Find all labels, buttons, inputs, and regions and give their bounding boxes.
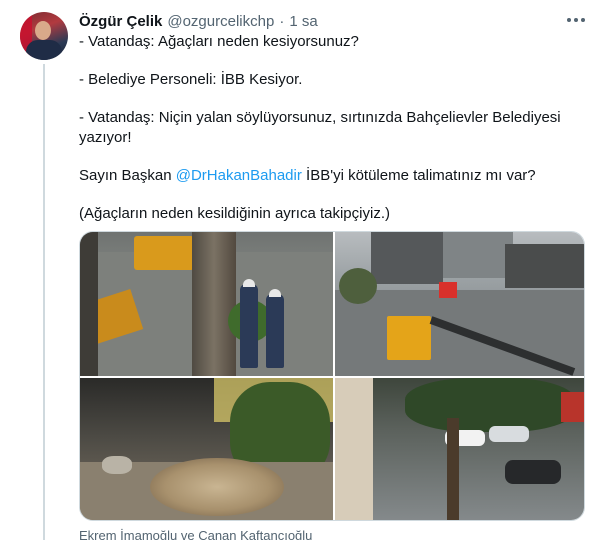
more-dots-icon[interactable] [567, 13, 585, 27]
tweet-timestamp[interactable]: 1 sa [289, 13, 317, 30]
worker [240, 284, 258, 368]
excavator [134, 236, 194, 270]
author-handle[interactable]: @ozgurcelikchp [167, 13, 274, 30]
tweet-text-line: yazıyor! [79, 129, 132, 146]
dot [581, 18, 585, 22]
helmet [243, 279, 255, 287]
text-fragment: Sayın Başkan [79, 167, 176, 184]
mention-link[interactable]: @DrHakanBahadir [176, 167, 302, 184]
tweet-text-line: - Belediye Personeli: İBB Kesiyor. [79, 71, 303, 88]
tweet-header: Özgür Çelik @ozgurcelikchp · 1 sa [79, 11, 318, 31]
building [505, 244, 584, 288]
thread-line [43, 64, 45, 540]
car [489, 426, 529, 442]
tree-trunk [192, 232, 236, 376]
tweet-text-line: - Vatandaş: Ağaçları neden kesiyorsunuz? [79, 33, 359, 50]
tree-trunk [447, 418, 459, 520]
avatar[interactable] [20, 12, 68, 60]
window-frame [335, 378, 373, 520]
tree [339, 268, 377, 304]
tweet[interactable]: Özgür Çelik @ozgurcelikchp · 1 sa - Vata… [0, 0, 594, 540]
media-grid [79, 231, 585, 521]
building [443, 232, 513, 278]
media-tags[interactable]: Ekrem İmamoğlu ve Canan Kaftancıoğlu [79, 528, 312, 540]
crane-truck [387, 316, 431, 360]
text-fragment: İBB'yi kötüleme talimatınız mı var? [301, 167, 536, 184]
car [505, 460, 561, 484]
photo-wet-street[interactable] [335, 378, 584, 520]
helmet [269, 289, 281, 297]
dot [574, 18, 578, 22]
worker [266, 294, 284, 368]
author-name[interactable]: Özgür Çelik [79, 13, 162, 30]
avatar-body [26, 40, 62, 60]
tweet-text-line: Sayın Başkan @DrHakanBahadir İBB'yi kötü… [79, 166, 536, 186]
tweet-text-line: (Ağaçların neden kesildiğinin ayrıca tak… [79, 205, 390, 222]
rock [102, 456, 132, 474]
separator-dot: · [279, 12, 285, 30]
tree-canopy [405, 378, 575, 432]
tree-stump [150, 458, 284, 516]
dot [567, 18, 571, 22]
tweet-text-line: - Vatandaş: Niçin yalan söylüyorsunuz, s… [79, 109, 561, 126]
building [371, 232, 443, 284]
photo-street-crane[interactable] [335, 232, 584, 376]
shop-sign [439, 282, 457, 298]
photo-workers-tree[interactable] [80, 232, 333, 376]
bus [561, 392, 584, 422]
avatar-face [35, 21, 51, 40]
photo-tree-stump[interactable] [80, 378, 333, 520]
pole [80, 232, 98, 376]
